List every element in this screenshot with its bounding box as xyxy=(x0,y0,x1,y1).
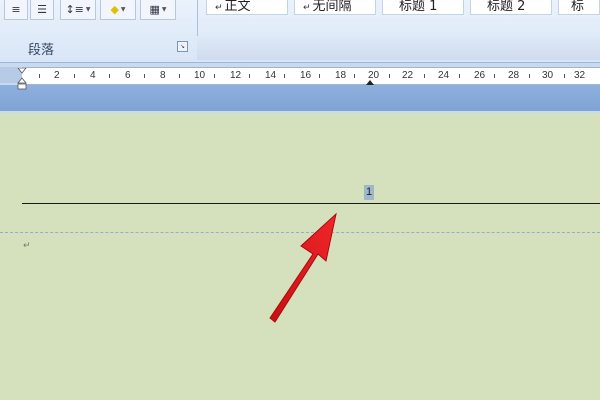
ruler-tick xyxy=(529,74,530,78)
ruler-mark: 18 xyxy=(335,70,347,81)
style-heading-1[interactable]: 标题 1 xyxy=(382,0,464,15)
red-arrow-annotation-icon xyxy=(269,212,337,323)
paragraph-dialog-launcher[interactable]: ↘ xyxy=(177,41,188,52)
ruler-mark: 22 xyxy=(402,70,414,81)
distributed-icon: ☰ xyxy=(37,3,47,16)
horizontal-ruler[interactable]: 2 4 6 8 10 12 14 16 18 20 22 24 26 28 30… xyxy=(22,67,600,85)
line-spacing-button[interactable]: ↕≡ ▼ xyxy=(60,0,96,20)
style-heading-2[interactable]: 标题 2 xyxy=(470,0,552,15)
ruler-mark: 4 xyxy=(90,70,96,81)
align-justify-icon: ≡ xyxy=(11,3,21,16)
ruler-mark: 32 xyxy=(574,70,586,81)
ribbon: ≡ ☰ ↕≡ ▼ ◆ ▼ ▦ ▼ 段落 ↘ ↵ 正文 ↵ 无间隔 标题 1 标题 2… xyxy=(0,0,600,63)
ruler-tick xyxy=(109,74,110,78)
ruler-mark: 14 xyxy=(265,70,277,81)
ruler-mark: 16 xyxy=(300,70,312,81)
paragraph-mark-icon: ↵ xyxy=(215,3,223,13)
ruler-mark: 8 xyxy=(160,70,166,81)
paragraph-group-label: 段落 xyxy=(28,43,55,58)
ruler-mark: 24 xyxy=(438,70,450,81)
ruler-mark: 6 xyxy=(125,70,131,81)
paragraph-mark: ↵ xyxy=(23,241,31,251)
style-label: 标 xyxy=(571,0,585,14)
style-label: 标题 2 xyxy=(487,0,526,14)
style-label: 标题 1 xyxy=(399,0,438,14)
ruler-mark: 26 xyxy=(474,70,486,81)
ruler-tick xyxy=(389,74,390,78)
style-heading-more[interactable]: 标 xyxy=(558,0,600,15)
chevron-down-icon: ▼ xyxy=(161,6,167,13)
styles-gallery-bottom xyxy=(197,36,600,60)
ruler-area: 2 4 6 8 10 12 14 16 18 20 22 24 26 28 30… xyxy=(0,63,600,113)
ruler-tick xyxy=(354,74,355,78)
ruler-tick xyxy=(249,74,250,78)
style-normal[interactable]: ↵ 正文 xyxy=(206,0,288,15)
borders-button[interactable]: ▦ ▼ xyxy=(140,0,176,20)
ruler-mark: 12 xyxy=(230,70,242,81)
chevron-down-icon: ▼ xyxy=(85,6,91,13)
ruler-tick xyxy=(39,74,40,78)
borders-icon: ▦ xyxy=(149,3,160,16)
ruler-mark: 2 xyxy=(54,70,60,81)
ruler-tick xyxy=(144,74,145,78)
center-tab-stop-icon[interactable] xyxy=(365,79,375,85)
indent-marker-icon[interactable] xyxy=(17,68,27,90)
dialog-launcher-icon: ↘ xyxy=(179,43,186,50)
ruler-tick xyxy=(74,74,75,78)
page-number-field[interactable]: 1 xyxy=(364,185,374,200)
distributed-button[interactable]: ☰ xyxy=(30,0,54,20)
line-spacing-icon: ↕≡ xyxy=(65,3,84,16)
ruler-tick xyxy=(494,74,495,78)
style-label: 无间隔 xyxy=(312,0,352,14)
ruler-tick xyxy=(424,74,425,78)
ruler-mark: 30 xyxy=(542,70,554,81)
ruler-tick xyxy=(459,74,460,78)
align-justify-button[interactable]: ≡ xyxy=(4,0,28,20)
ruler-mark: 28 xyxy=(508,70,520,81)
ruler-shadow-bar xyxy=(0,85,600,111)
paragraph-mark-icon: ↵ xyxy=(303,3,311,13)
ruler-tick xyxy=(284,74,285,78)
style-label: 正文 xyxy=(224,0,251,14)
ruler-tick xyxy=(564,74,565,78)
ruler-tick xyxy=(214,74,215,78)
ruler-mark: 10 xyxy=(194,70,206,81)
chevron-down-icon: ▼ xyxy=(120,6,126,13)
shading-icon: ◆ xyxy=(110,3,119,16)
ruler-tick xyxy=(179,74,180,78)
shading-button[interactable]: ◆ ▼ xyxy=(100,0,136,20)
ruler-tick xyxy=(319,74,320,78)
style-no-spacing[interactable]: ↵ 无间隔 xyxy=(294,0,376,15)
